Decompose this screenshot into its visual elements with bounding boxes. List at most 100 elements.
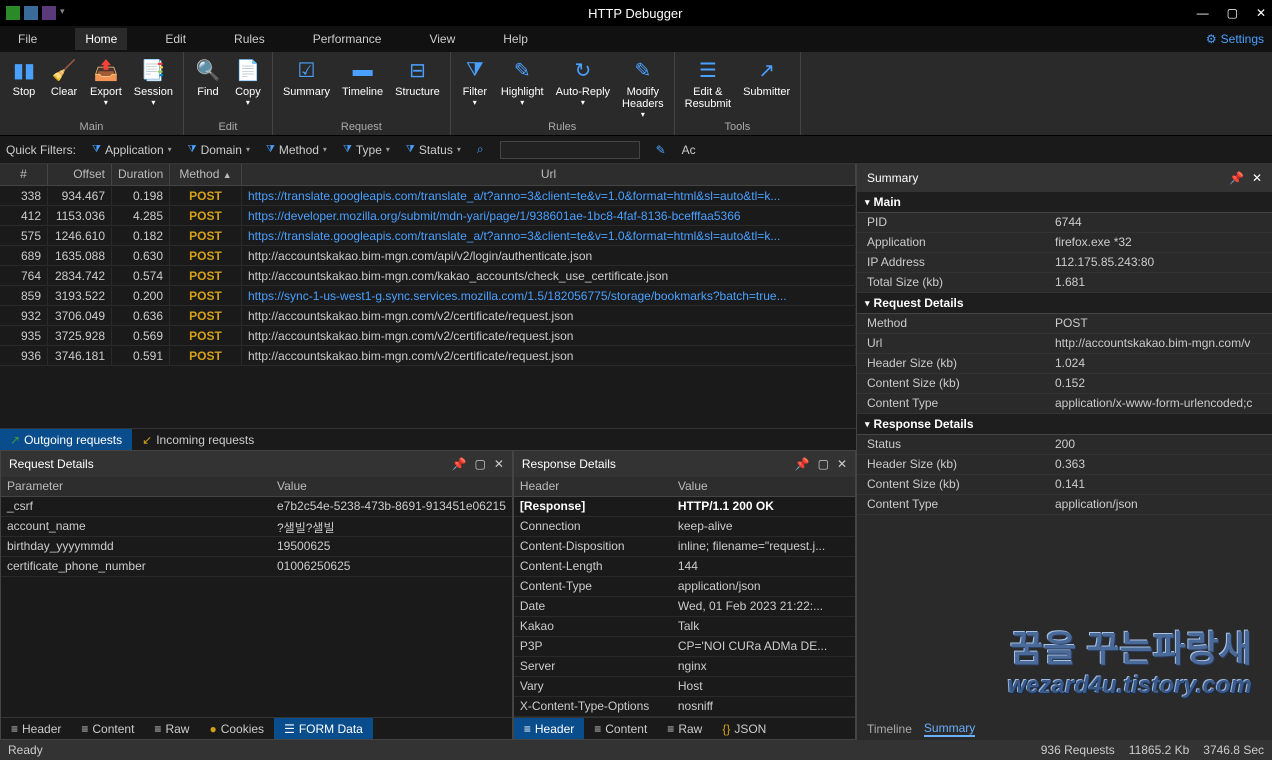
list-item[interactable]: _csrfe7b2c54e-5238-473b-8691-913451e0621… (1, 497, 512, 517)
resptab-content[interactable]: ≡Content (584, 718, 657, 739)
close-pane-icon[interactable]: ✕ (1252, 171, 1262, 185)
raw-icon: ≡ (154, 722, 161, 736)
reqtab-raw[interactable]: ≡Raw (144, 718, 199, 739)
timeline-button[interactable]: ▬Timeline (336, 54, 389, 121)
resptab-raw[interactable]: ≡Raw (657, 718, 712, 739)
table-row[interactable]: 8593193.5220.200POSThttps://sync-1-us-we… (0, 286, 856, 306)
menu-performance[interactable]: Performance (303, 28, 392, 50)
submitter-button[interactable]: ↗Submitter (737, 54, 796, 121)
pin-icon[interactable]: 📌 (795, 457, 810, 471)
menu-rules[interactable]: Rules (224, 28, 275, 50)
col-header-method[interactable]: Method ▲ (170, 164, 242, 185)
find-button[interactable]: 🔍Find (188, 54, 228, 121)
list-item[interactable]: account_name?샐빌?샐빌 (1, 517, 512, 537)
table-row[interactable]: 7642834.7420.574POSThttp://accountskakao… (0, 266, 856, 286)
filter-button[interactable]: ⧩Filter▾ (455, 54, 495, 121)
reqtab-cookies[interactable]: ●Cookies (199, 718, 274, 739)
qa-dropdown-icon[interactable]: ▾ (60, 6, 74, 20)
qa-icon-1[interactable] (24, 6, 38, 20)
summary-section-request[interactable]: Request Details (857, 293, 1272, 314)
table-row[interactable]: 5751246.6100.182POSThttps://translate.go… (0, 226, 856, 246)
pin-icon[interactable]: 📌 (1229, 171, 1244, 185)
summary-tab-summary[interactable]: Summary (924, 721, 975, 737)
minimize-button[interactable]: — (1197, 6, 1209, 20)
restore-icon[interactable]: ▢ (474, 457, 485, 471)
list-item[interactable]: [Response]HTTP/1.1 200 OK (514, 497, 855, 517)
edit-resubmit-button[interactable]: ☰Edit & Resubmit (679, 54, 737, 121)
tab-incoming[interactable]: ↙Incoming requests (132, 429, 264, 450)
reqtab-formdata[interactable]: ☰FORM Data (274, 718, 373, 739)
list-item[interactable]: X-Content-Type-Optionsnosniff (514, 697, 855, 717)
menu-help[interactable]: Help (493, 28, 538, 50)
close-button[interactable]: ✕ (1256, 6, 1266, 20)
col-header-header[interactable]: Header (514, 477, 672, 496)
structure-button[interactable]: ⊟Structure (389, 54, 446, 121)
search-input[interactable] (500, 141, 640, 159)
copy-button[interactable]: 📄Copy▾ (228, 54, 268, 121)
close-pane-icon[interactable]: ✕ (837, 457, 847, 471)
menu-view[interactable]: View (419, 28, 465, 50)
col-header-offset[interactable]: Offset (48, 164, 112, 185)
table-row[interactable]: 9323706.0490.636POSThttp://accountskakao… (0, 306, 856, 326)
summary-section-response[interactable]: Response Details (857, 414, 1272, 435)
modify-headers-button[interactable]: ✎Modify Headers▾ (616, 54, 670, 121)
table-row[interactable]: 4121153.0364.285POSThttps://developer.mo… (0, 206, 856, 226)
settings-button[interactable]: ⚙ Settings (1206, 32, 1264, 46)
table-row[interactable]: 6891635.0880.630POSThttp://accountskakao… (0, 246, 856, 266)
list-item[interactable]: Content-Typeapplication/json (514, 577, 855, 597)
list-item[interactable]: Content-Length144 (514, 557, 855, 577)
summary-tab-timeline[interactable]: Timeline (867, 722, 912, 736)
list-item[interactable]: Content-Dispositioninline; filename="req… (514, 537, 855, 557)
list-item[interactable]: VaryHost (514, 677, 855, 697)
reqtab-content[interactable]: ≡Content (71, 718, 144, 739)
list-item[interactable]: KakaoTalk (514, 617, 855, 637)
col-header-value[interactable]: Value (672, 477, 855, 496)
search-icon[interactable]: ⌕ (477, 142, 484, 157)
table-row[interactable]: 9363746.1810.591POSThttp://accountskakao… (0, 346, 856, 366)
list-item[interactable]: Servernginx (514, 657, 855, 677)
col-header-duration[interactable]: Duration (112, 164, 170, 185)
summary-button[interactable]: ☑Summary (277, 54, 336, 121)
list-item[interactable]: certificate_phone_number01006250625 (1, 557, 512, 577)
col-header-url[interactable]: Url (242, 164, 856, 185)
table-row[interactable]: 338934.4670.198POSThttps://translate.goo… (0, 186, 856, 206)
filter-method[interactable]: ⧩Method▾ (266, 143, 327, 157)
list-item[interactable]: P3PCP='NOI CURa ADMa DE... (514, 637, 855, 657)
request-grid[interactable]: # Offset Duration Method ▲ Url 338934.46… (0, 164, 856, 366)
list-item[interactable]: DateWed, 01 Feb 2023 21:22:... (514, 597, 855, 617)
col-header-parameter[interactable]: Parameter (1, 477, 271, 496)
resptab-json[interactable]: {}JSON (712, 718, 776, 739)
restore-icon[interactable]: ▢ (818, 457, 829, 471)
highlight-button[interactable]: ✎Highlight▾ (495, 54, 550, 121)
tab-outgoing[interactable]: ↗Outgoing requests (0, 429, 132, 450)
qa-icon-2[interactable] (42, 6, 56, 20)
resptab-header[interactable]: ≡Header (514, 718, 584, 739)
menu-file[interactable]: File (8, 28, 47, 50)
list-item[interactable]: Connectionkeep-alive (514, 517, 855, 537)
autoreply-button[interactable]: ↻Auto-Reply▾ (550, 54, 616, 121)
col-header-n[interactable]: # (0, 164, 48, 185)
summary-section-main[interactable]: Main (857, 192, 1272, 213)
session-button[interactable]: 📑Session▾ (128, 54, 179, 121)
maximize-button[interactable]: ▢ (1227, 6, 1238, 20)
funnel-icon: ⧩ (266, 144, 275, 155)
stop-button[interactable]: ▮▮Stop (4, 54, 44, 121)
reqtab-header[interactable]: ≡Header (1, 718, 71, 739)
ac-label: Ac (682, 143, 696, 157)
filter-type[interactable]: ⧩Type▾ (343, 143, 390, 157)
table-row[interactable]: 9353725.9280.569POSThttp://accountskakao… (0, 326, 856, 346)
edit-icon[interactable]: ✎ (656, 143, 666, 157)
menu-home[interactable]: Home (75, 28, 127, 50)
export-button[interactable]: 📤Export▾ (84, 54, 128, 121)
menu-edit[interactable]: Edit (155, 28, 196, 50)
ribbon: ▮▮Stop 🧹Clear 📤Export▾ 📑Session▾ Main 🔍F… (0, 52, 1272, 136)
pin-icon[interactable]: 📌 (452, 457, 467, 471)
filter-domain[interactable]: ⧩Domain▾ (188, 143, 250, 157)
clear-button[interactable]: 🧹Clear (44, 54, 84, 121)
form-icon: ☰ (284, 722, 295, 736)
close-pane-icon[interactable]: ✕ (494, 457, 504, 471)
filter-application[interactable]: ⧩Application▾ (92, 143, 172, 157)
list-item[interactable]: birthday_yyyymmdd19500625 (1, 537, 512, 557)
filter-status[interactable]: ⧩Status▾ (406, 143, 461, 157)
col-header-value[interactable]: Value (271, 477, 512, 496)
